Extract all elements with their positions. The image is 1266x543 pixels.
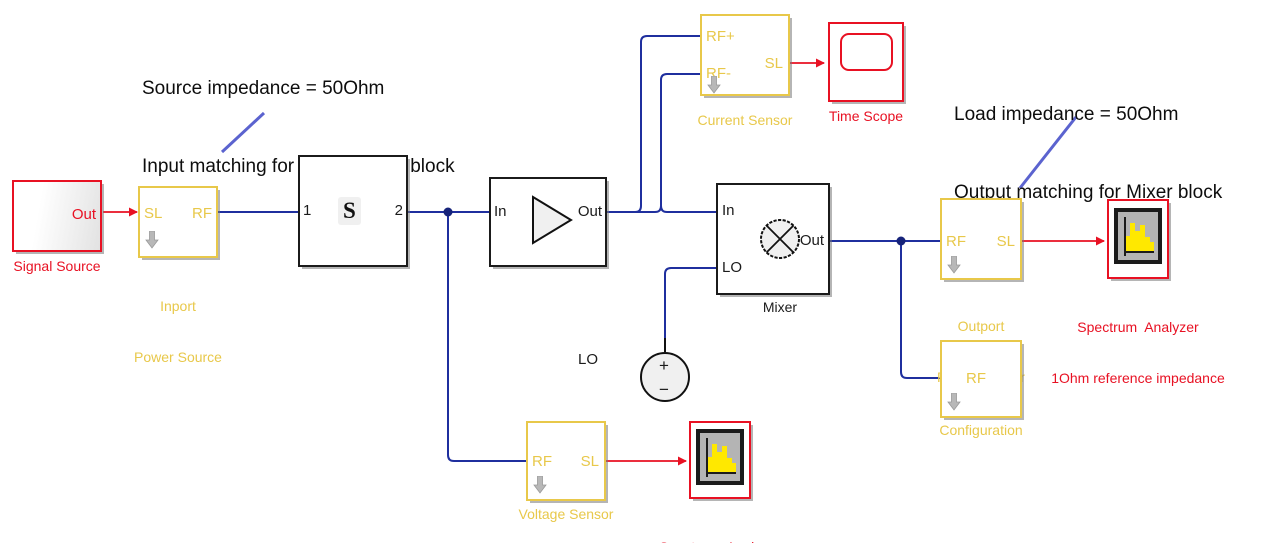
block-lo-source[interactable]: + − [638,350,692,404]
inport-power-source-in-port[interactable]: SL [144,206,162,221]
amplifier-in-port[interactable]: In [494,204,507,219]
down-arrow-icon [947,256,961,274]
spectrum-analyzer-right-icon [1114,208,1162,264]
mixer-in-port[interactable]: In [722,203,735,218]
block-inport-power-source[interactable]: SL RF Inport Power Source [134,186,222,365]
s-parameter-port-1[interactable]: 1 [303,203,311,218]
block-current-sensor[interactable]: RF+ RF- SL Current Sensor [698,14,792,128]
spectrum-bottom-caption-line1: Spectrum Analyzer [560,539,880,543]
spectrum-analyzer-bottom-icon [696,429,744,485]
block-amplifier[interactable]: In Out [489,177,607,267]
configuration-rf-port[interactable]: RF [966,371,986,386]
s-parameter-port-2[interactable]: 2 [395,203,403,218]
s-parameter-symbol: S [338,197,361,225]
block-voltage-sensor[interactable]: RF SL Voltage Sensor [519,421,613,522]
mixer-out-port[interactable]: Out [800,233,824,248]
inport-power-source-caption: Inport Power Source [18,264,338,400]
mixer-circle-x-icon [760,219,800,259]
signal-source-out-port[interactable]: Out [72,207,96,222]
block-mixer[interactable]: In LO Out Mixer [716,183,830,315]
block-s-parameter[interactable]: 1 2 S [298,155,408,267]
lo-source-minus-sign: − [659,380,669,399]
current-sensor-rf-plus-port[interactable]: RF+ [706,29,735,44]
voltage-sensor-sl-port[interactable]: SL [581,454,599,469]
spectrum-analyzer-bottom-caption: Spectrum Analyzer 50Ohm reference impeda… [560,505,880,543]
mixer-lo-port[interactable]: LO [722,260,742,275]
lo-source-plus-sign: + [659,356,669,375]
time-scope-caption: Time Scope [828,108,904,124]
amplifier-triangle-icon [532,195,573,245]
voltage-sensor-rf-port[interactable]: RF [532,454,552,469]
simulink-canvas: Source impedance = 50Ohm Input matching … [0,0,1266,543]
spectrum-right-caption-line1: Spectrum Analyzer [1077,319,1199,335]
current-sensor-sl-port[interactable]: SL [765,56,783,71]
inport-power-source-out-port[interactable]: RF [192,206,212,221]
outport-power-sensor-rf-port[interactable]: RF [946,234,966,249]
block-outport-power-sensor[interactable]: RF SL Outport Power Sensor [937,198,1025,385]
inport-caption-line1: Inport [160,298,196,314]
outport-power-sensor-sl-port[interactable]: SL [997,234,1015,249]
down-arrow-icon [533,476,547,494]
inport-caption-line2: Power Source [134,349,222,365]
down-arrow-icon [947,393,961,411]
lo-source-label: LO [578,351,599,368]
block-configuration[interactable]: RF Configuration [939,340,1023,438]
down-arrow-icon [707,76,721,94]
down-arrow-icon [145,231,159,249]
block-signal-source[interactable]: Out Signal Source [12,180,102,274]
time-scope-screen-icon [840,33,893,71]
configuration-caption: Configuration [939,422,1023,438]
block-time-scope[interactable]: Time Scope [828,22,904,124]
amplifier-out-port[interactable]: Out [578,204,602,219]
annotation-source-line1: Source impedance = 50Ohm [142,78,385,99]
block-spectrum-analyzer-right[interactable]: Spectrum Analyzer 1Ohm reference impedan… [1051,199,1225,386]
block-spectrum-analyzer-bottom[interactable]: Spectrum Analyzer 50Ohm reference impeda… [659,421,781,543]
